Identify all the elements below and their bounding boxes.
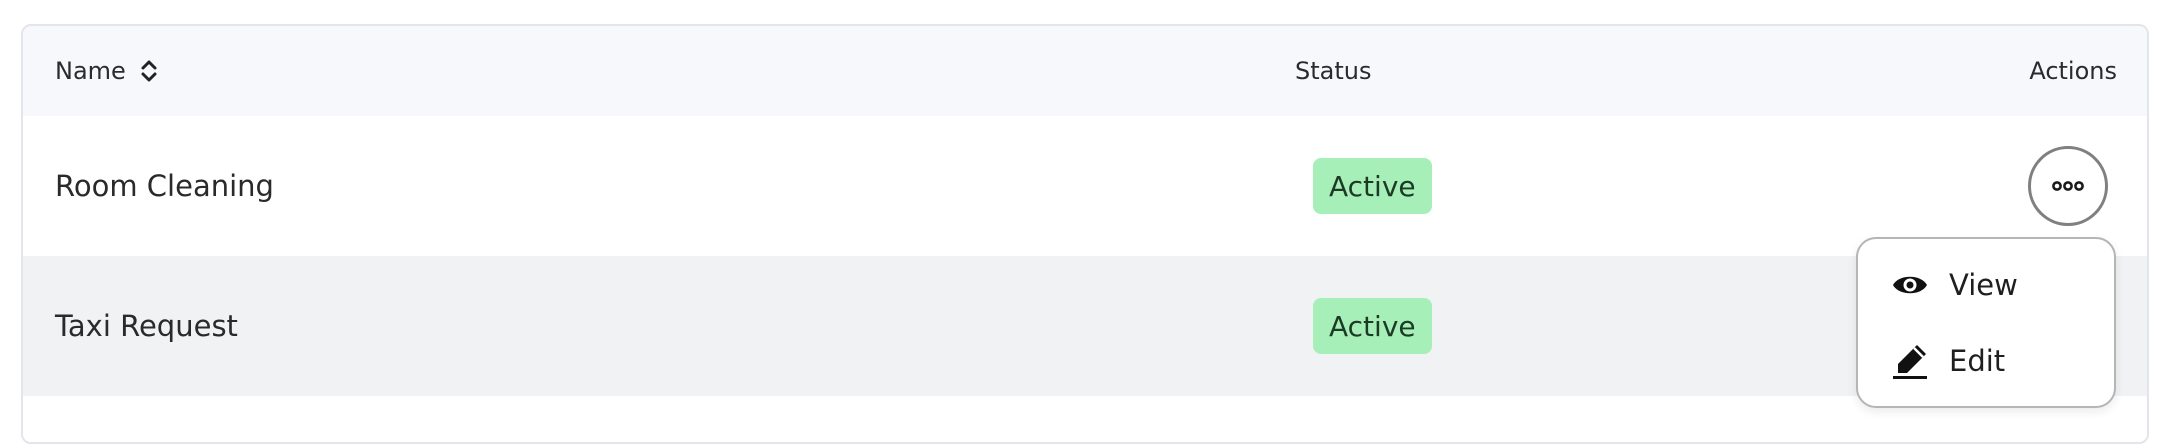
- status-cell: Active: [1313, 116, 1432, 256]
- more-actions-button[interactable]: [2028, 146, 2108, 226]
- row-name: Taxi Request: [55, 309, 238, 343]
- actions-header-label: Actions: [2029, 57, 2117, 85]
- pencil-icon: [1891, 342, 1929, 380]
- table-row: Room Cleaning Active: [23, 116, 2147, 256]
- services-table: Name Status Actions Room Cleaning Active: [21, 24, 2149, 444]
- actions-column-header: Actions: [2029, 26, 2117, 116]
- status-column-header: Status: [1295, 26, 1371, 116]
- status-cell: Active: [1313, 256, 1432, 396]
- status-badge: Active: [1313, 298, 1432, 354]
- more-horizontal-icon: [2051, 177, 2085, 196]
- table-row: Taxi Request Active: [23, 256, 2147, 396]
- menu-item-edit[interactable]: Edit: [1891, 340, 2005, 382]
- menu-item-label: View: [1949, 268, 2018, 302]
- menu-item-label: Edit: [1949, 344, 2006, 378]
- status-header-label: Status: [1295, 57, 1372, 85]
- name-column-header[interactable]: Name: [55, 26, 158, 116]
- row-name: Room Cleaning: [55, 169, 274, 203]
- table-row: [23, 396, 2147, 442]
- sort-icon[interactable]: [140, 57, 158, 85]
- status-badge: Active: [1313, 158, 1432, 214]
- table-header-row: Name Status Actions: [23, 26, 2147, 116]
- menu-item-view[interactable]: View: [1891, 264, 2018, 306]
- row-actions-menu: View Edit: [1856, 237, 2116, 408]
- eye-icon: [1891, 266, 1929, 304]
- name-header-label: Name: [55, 57, 126, 85]
- row-actions-cell: [2028, 116, 2108, 256]
